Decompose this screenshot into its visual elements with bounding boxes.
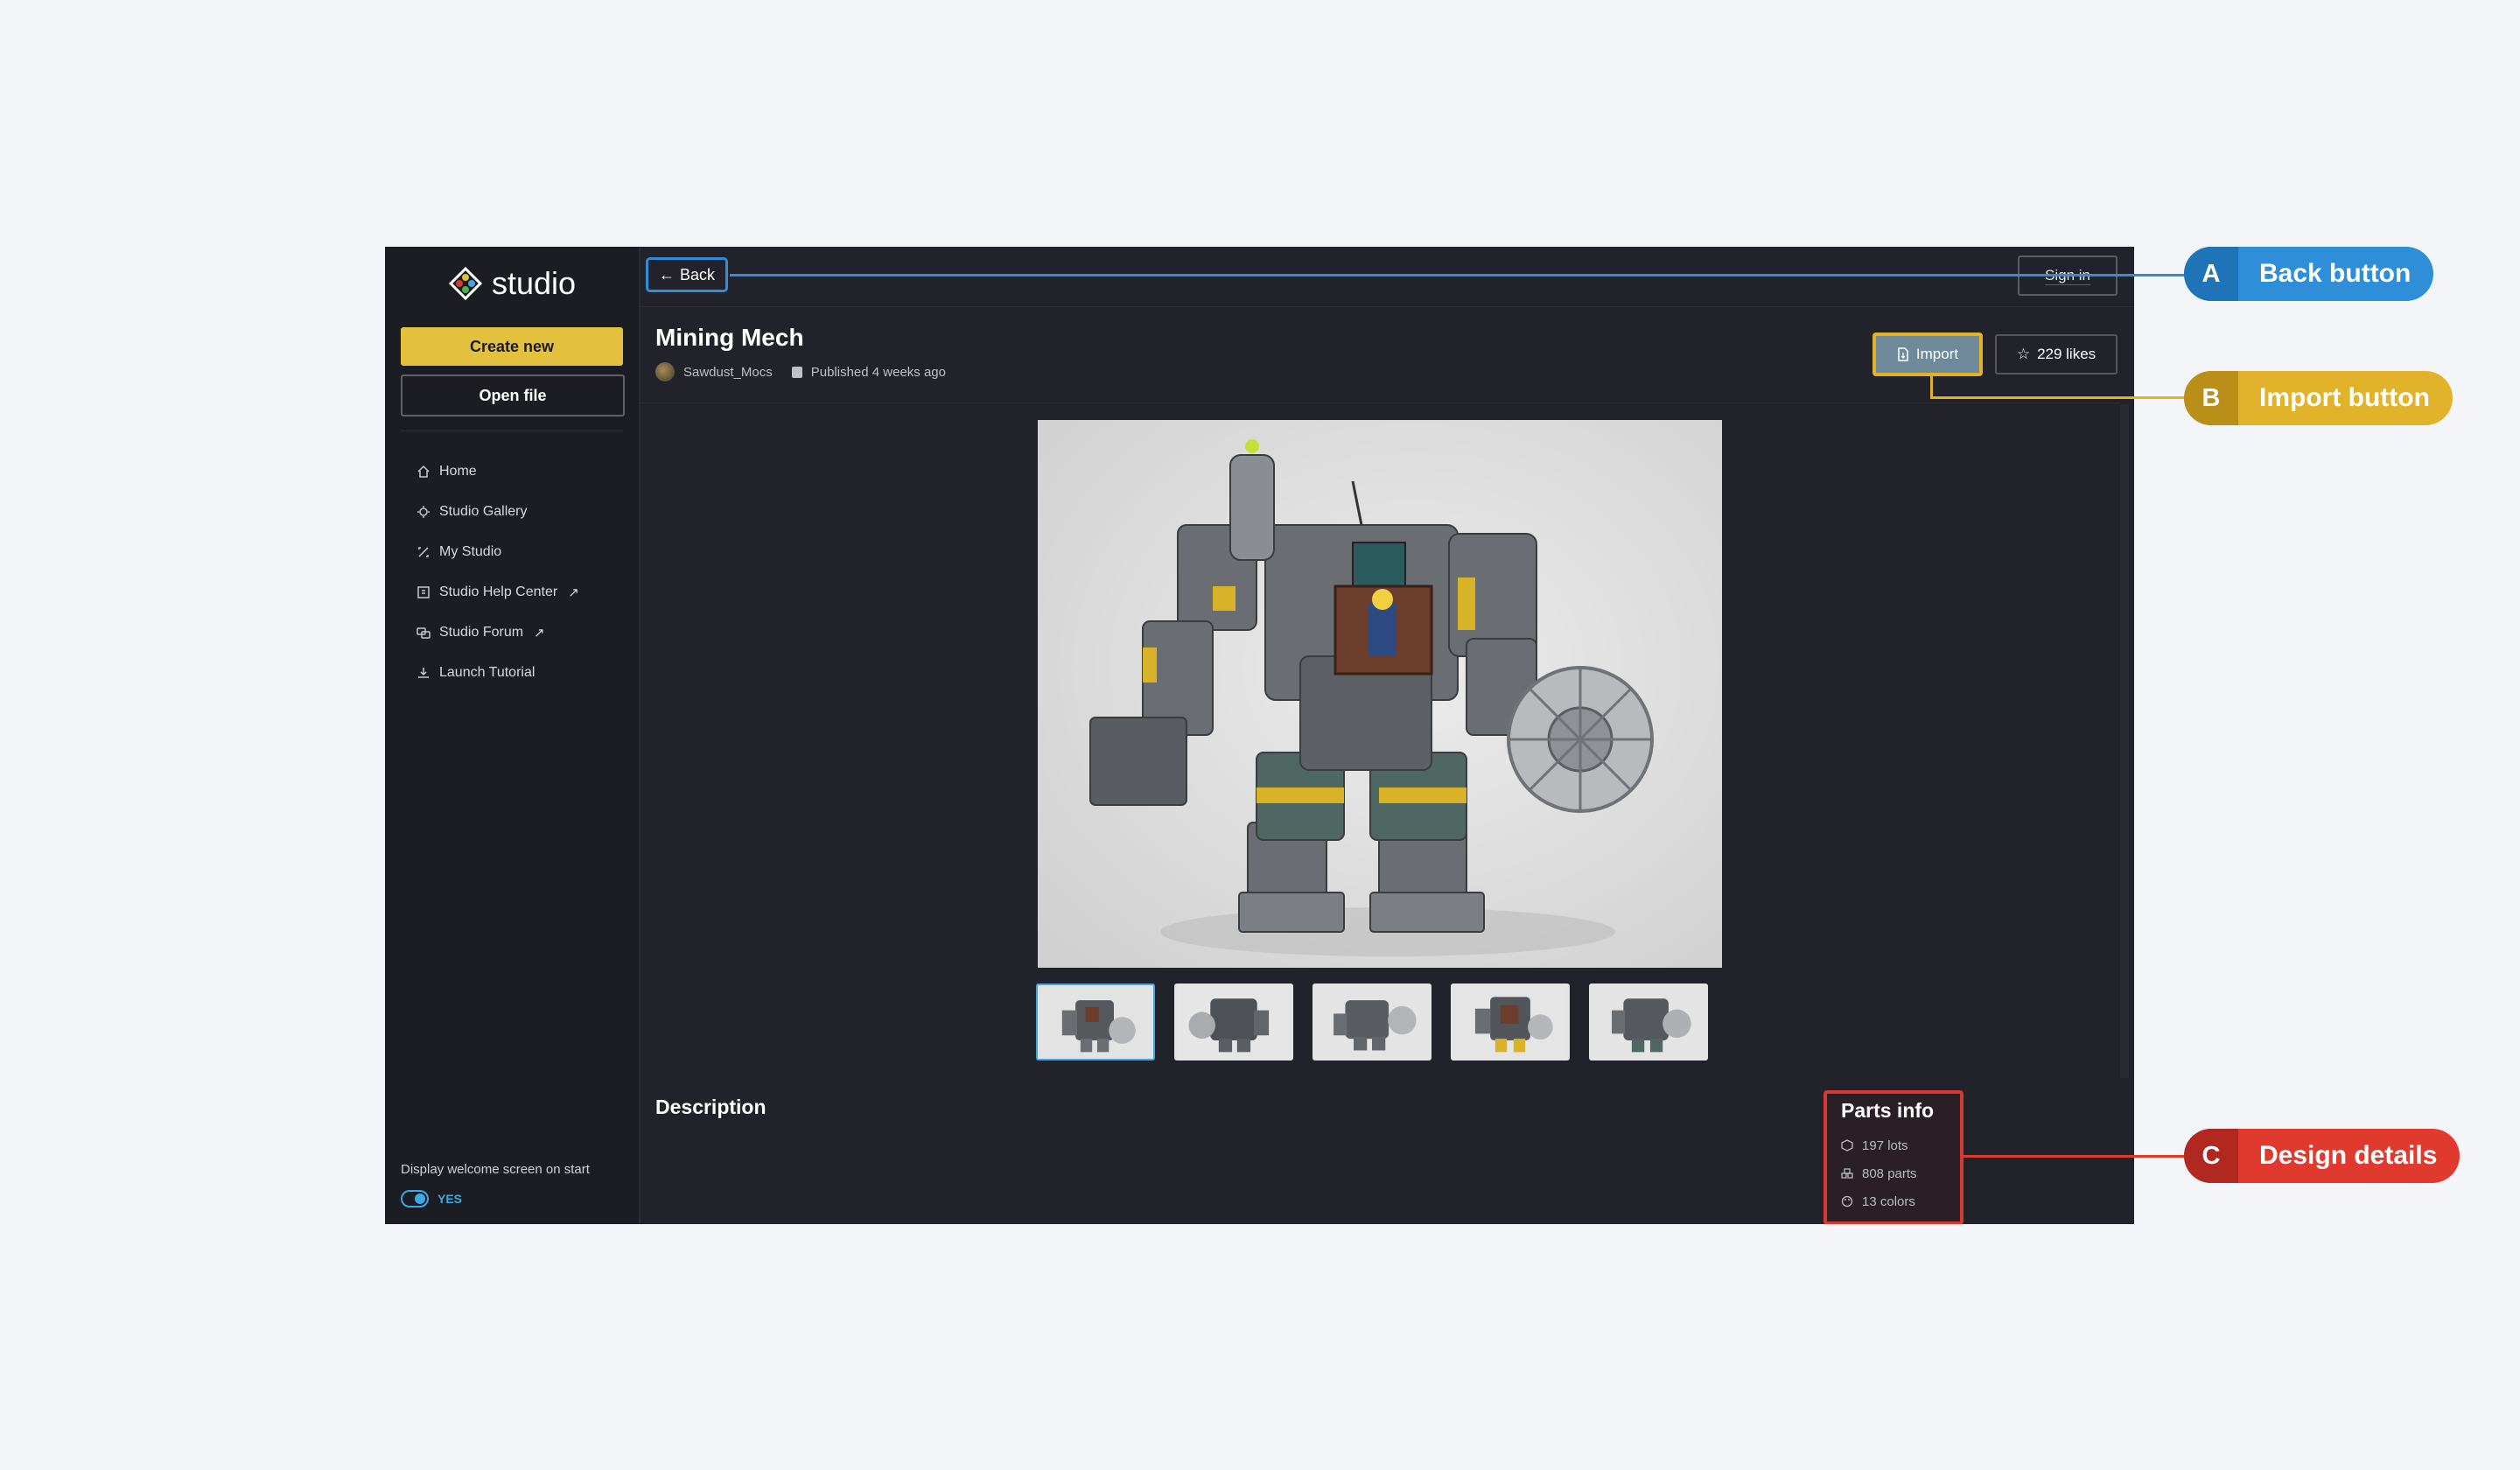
annotation-a-callout: A Back button <box>2184 247 2434 301</box>
sidebar-item-studio-forum[interactable]: Studio Forum ↗ <box>416 612 579 653</box>
lots-count: 197 lots <box>1862 1138 1908 1153</box>
create-new-button[interactable]: Create new <box>401 327 623 366</box>
studio-app-window: studio Create new Open file Home Studio … <box>385 247 2134 1224</box>
gallery-icon <box>417 506 430 518</box>
author-name[interactable]: Sawdust_Mocs <box>683 365 773 380</box>
thumbnail[interactable] <box>1589 984 1708 1060</box>
bricks-icon <box>1841 1168 1853 1179</box>
likes-count: 229 likes <box>2037 346 2096 362</box>
sidebar-item-launch-tutorial[interactable]: Launch Tutorial <box>416 653 579 693</box>
colors-count: 13 colors <box>1862 1194 1915 1209</box>
help-center-icon <box>417 586 430 598</box>
annotation-b-label: Import button <box>2259 383 2430 412</box>
arrow-left-icon: ← <box>658 265 675 284</box>
annotation-a-label: Back button <box>2259 259 2412 288</box>
annotation-b-letter: B <box>2184 371 2238 425</box>
topbar-divider <box>640 306 2134 307</box>
likes-button[interactable]: ☆ 229 likes <box>1995 334 2118 374</box>
studio-logo[interactable]: studio <box>448 261 576 306</box>
sidebar-item-label: Studio Forum <box>439 625 524 640</box>
lots-count-row: 197 lots <box>1841 1131 1946 1159</box>
sidebar-item-studio-gallery[interactable]: Studio Gallery <box>416 492 579 532</box>
toggle-value: YES <box>438 1192 463 1206</box>
back-button[interactable]: ← Back <box>646 257 728 292</box>
sidebar-nav: Home Studio Gallery My Studio Studio Hel… <box>416 452 579 693</box>
welcome-screen-toggle[interactable] <box>401 1190 429 1208</box>
thumbnail[interactable] <box>1174 984 1293 1060</box>
parts-info-title: Parts info <box>1841 1099 1935 1122</box>
thumbnail-image <box>1592 985 1705 1059</box>
design-main-image[interactable] <box>1038 420 1722 968</box>
parts-count: 808 parts <box>1862 1166 1917 1181</box>
studio-logo-icon <box>448 266 483 301</box>
mining-mech-render <box>1089 439 1654 956</box>
annotation-c-letter: C <box>2184 1129 2238 1183</box>
thumbnail-image <box>1039 985 1152 1059</box>
cube-icon <box>1841 1139 1853 1152</box>
annotation-b-leader <box>1930 396 2184 399</box>
annotation-b-callout: B Import button <box>2184 371 2453 425</box>
sidebar-item-label: Home <box>439 464 477 479</box>
annotation-c-leader <box>1964 1155 2184 1158</box>
thumbnail-image <box>1177 985 1291 1059</box>
welcome-toggle-row: YES <box>401 1190 462 1208</box>
forum-icon <box>416 627 430 639</box>
design-meta: Sawdust_Mocs Published 4 weeks ago <box>655 362 946 382</box>
calendar-icon <box>791 366 802 378</box>
parts-info-panel: Parts info 197 lots 808 parts 13 colors <box>1824 1090 1964 1224</box>
annotation-a-letter: A <box>2184 247 2238 301</box>
sidebar-item-home[interactable]: Home <box>416 452 579 492</box>
file-import-icon <box>1898 347 1908 361</box>
open-file-button[interactable]: Open file <box>401 374 625 416</box>
sidebar-item-label: Launch Tutorial <box>439 665 536 680</box>
my-studio-icon <box>418 547 429 557</box>
star-icon: ☆ <box>2016 346 2031 362</box>
sidebar-divider <box>401 430 623 431</box>
external-link-icon: ↗ <box>568 585 579 600</box>
sidebar-item-label: My Studio <box>439 544 502 559</box>
logo-text: studio <box>492 265 577 301</box>
home-icon <box>417 465 430 478</box>
thumbnail[interactable] <box>1312 984 1432 1060</box>
thumbnail[interactable] <box>1451 984 1570 1060</box>
thumbnail[interactable] <box>1036 984 1155 1060</box>
import-button-label: Import <box>1915 346 1959 362</box>
external-link-icon: ↗ <box>534 626 545 640</box>
design-title: Mining Mech <box>655 324 804 351</box>
parts-count-row: 808 parts <box>1841 1159 1946 1187</box>
welcome-screen-label: Display welcome screen on start <box>401 1162 590 1177</box>
palette-icon <box>1841 1195 1853 1208</box>
sidebar-item-label: Studio Gallery <box>439 504 528 519</box>
toggle-knob <box>415 1194 425 1204</box>
colors-count-row: 13 colors <box>1841 1187 1946 1215</box>
back-button-label: Back <box>679 265 716 284</box>
tutorial-icon <box>418 668 429 678</box>
published-date: Published 4 weeks ago <box>810 364 946 380</box>
description-heading: Description <box>655 1096 766 1118</box>
thumbnail-strip <box>1036 984 1708 1060</box>
import-button[interactable]: Import <box>1872 332 1983 376</box>
thumbnail-image <box>1453 985 1567 1059</box>
annotation-c-label: Design details <box>2259 1141 2438 1170</box>
author-avatar[interactable] <box>655 362 675 382</box>
annotation-c-callout: C Design details <box>2184 1129 2460 1183</box>
content-scrollbar[interactable] <box>2120 404 2129 1078</box>
header-divider <box>640 402 2119 403</box>
sidebar-item-label: Studio Help Center <box>439 584 558 599</box>
thumbnail-image <box>1315 985 1429 1059</box>
sidebar-item-studio-help-center[interactable]: Studio Help Center ↗ <box>416 572 579 612</box>
annotation-a-leader <box>730 274 2184 276</box>
sidebar: studio Create new Open file Home Studio … <box>385 247 640 1224</box>
sidebar-item-my-studio[interactable]: My Studio <box>416 532 579 572</box>
